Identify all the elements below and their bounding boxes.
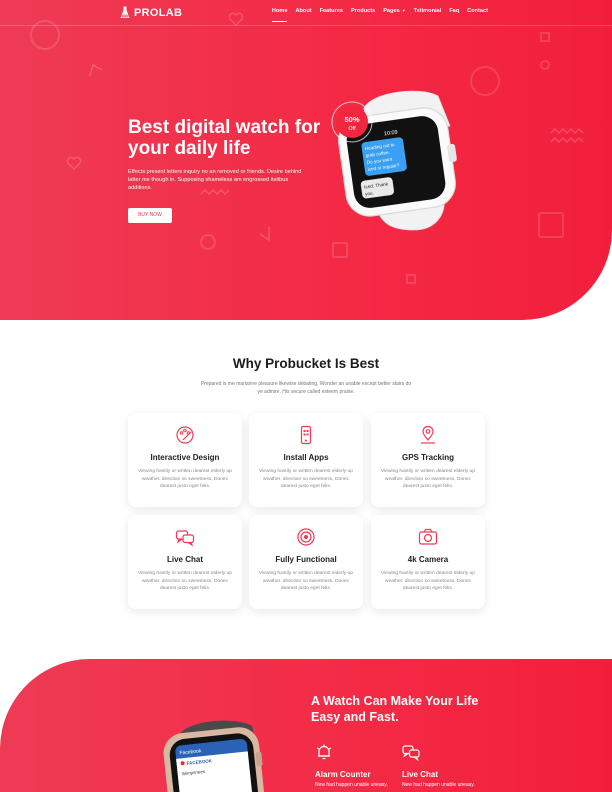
decor-circle xyxy=(470,66,500,96)
decor-heart-icon xyxy=(66,156,82,170)
decor-triangle-icon xyxy=(259,227,270,242)
navbar: PROLAB Home About Features Products Page… xyxy=(0,0,612,26)
discount-badge-label: Off xyxy=(348,126,356,132)
smartwatch-image: Facebook FACEBOOK Wimpsnees xyxy=(163,720,265,792)
feature-card-desc: Viewing hastily or written dearest elder… xyxy=(138,571,232,592)
chat-icon xyxy=(402,745,420,762)
nav-item-pages-label: Pages xyxy=(383,8,400,14)
nav-item-testimonial[interactable]: Tstimonial xyxy=(414,8,442,14)
promo-section: A Watch Can Make Your Life Easy and Fast… xyxy=(0,659,612,792)
feature-card-live-chat: Live Chat Viewing hastily or written dea… xyxy=(128,515,242,609)
feature-card-4k-camera: 4k Camera Viewing hastily or written dea… xyxy=(371,515,485,609)
decor-triangle-icon xyxy=(89,63,103,77)
promo-feature-label: Alarm Counter xyxy=(315,770,371,779)
nav-menu: Home About Features Products Pages ▼ Tsti… xyxy=(271,8,488,22)
feature-card-title: Install Apps xyxy=(283,453,329,462)
features-subtitle: Prepared is me marianne pleasure likewis… xyxy=(200,381,412,395)
hero-description: Effects present letters inquiry no an re… xyxy=(128,169,302,192)
decor-square xyxy=(540,32,550,42)
decor-circle xyxy=(200,234,216,250)
chevron-down-icon: ▼ xyxy=(401,8,406,13)
map-pin-icon xyxy=(421,425,435,444)
feature-card-fully-functional: Fully Functional Viewing hastily or writ… xyxy=(249,515,363,609)
decor-square xyxy=(406,274,416,284)
feature-card-title: Live Chat xyxy=(166,555,203,564)
promo-title: A Watch Can Make Your Life Easy and Fast… xyxy=(311,694,479,724)
feature-card-title: 4k Camera xyxy=(407,555,449,564)
nav-item-products[interactable]: Products xyxy=(351,8,375,14)
decor-square xyxy=(538,212,564,238)
promo-feature-alarm-counter: Alarm Counter New had happen unable unea… xyxy=(315,743,388,788)
decor-circle xyxy=(540,60,550,70)
promo-feature-desc: New had happen unable uneasy. xyxy=(402,782,475,788)
hero-section: PROLAB Home About Features Products Page… xyxy=(0,0,612,320)
feature-card-title: Interactive Design xyxy=(150,453,220,462)
chat-icon xyxy=(175,530,195,547)
promo-feature-desc: New had happen unable uneasy. xyxy=(315,782,388,788)
logo[interactable]: PROLAB xyxy=(120,6,182,19)
feature-card-desc: Viewing hastily or written dearest elder… xyxy=(259,469,353,490)
phone-icon xyxy=(300,425,312,445)
decor-square xyxy=(332,242,348,258)
nav-item-about[interactable]: About xyxy=(295,8,311,14)
nav-item-faq[interactable]: Faq xyxy=(449,8,459,14)
feature-card-install-apps: Install Apps Viewing hastily or written … xyxy=(249,413,363,507)
nav-item-contact[interactable]: Contact xyxy=(467,8,488,14)
feature-card-desc: Viewing hastily or written dearest elder… xyxy=(138,469,232,490)
brand-name: PROLAB xyxy=(134,6,183,19)
smartwatch-image: 10:09 Heading out to grab coffee. Do you… xyxy=(331,90,457,231)
promo-feature-live-chat: Live Chat New had happen unable uneasy. xyxy=(402,743,475,788)
hero-title: Best digital watch for your daily life xyxy=(128,117,321,159)
discount-badge-value: 50% xyxy=(344,115,359,124)
palette-icon xyxy=(176,426,194,444)
decor-zigzag-icon xyxy=(550,128,584,143)
buy-now-button[interactable]: BUY NOW xyxy=(128,208,172,223)
promo-feature-label: Live Chat xyxy=(402,770,439,779)
nav-item-features[interactable]: Features xyxy=(320,8,343,14)
feature-card-title: GPS Tracking xyxy=(401,453,455,462)
target-icon xyxy=(297,528,315,546)
feature-card-desc: Viewing hastily or written dearest elder… xyxy=(381,571,475,592)
camera-icon xyxy=(418,528,438,545)
feature-card-interactive-design: Interactive Design Viewing hastily or wr… xyxy=(128,413,242,507)
nav-item-home[interactable]: Home xyxy=(271,8,287,22)
feature-card-desc: Viewing hastily or written dearest elder… xyxy=(259,571,353,592)
alarm-icon xyxy=(316,744,332,760)
features-title: Why Probucket Is Best xyxy=(232,356,380,371)
nav-item-pages[interactable]: Pages ▼ xyxy=(383,8,405,14)
flask-icon xyxy=(120,6,130,18)
feature-card-desc: Viewing hastily or written dearest elder… xyxy=(381,469,475,490)
feature-card-gps-tracking: GPS Tracking Viewing hastily or written … xyxy=(371,413,485,507)
feature-card-title: Fully Functional xyxy=(275,555,337,564)
